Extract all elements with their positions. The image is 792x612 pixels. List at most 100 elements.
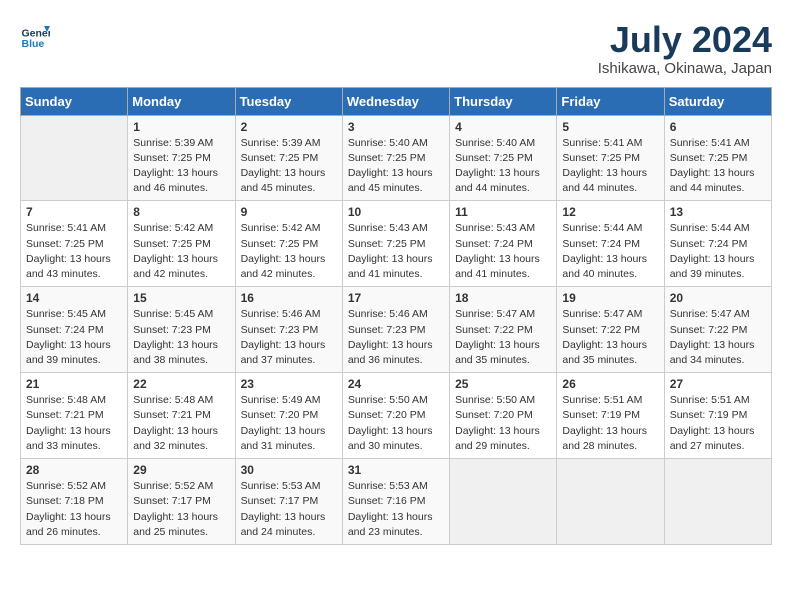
calendar-cell <box>450 459 557 545</box>
cell-info: Sunrise: 5:40 AM Sunset: 7:25 PM Dayligh… <box>455 136 551 197</box>
cell-info: Sunrise: 5:51 AM Sunset: 7:19 PM Dayligh… <box>670 393 766 454</box>
calendar-week-row: 28 Sunrise: 5:52 AM Sunset: 7:18 PM Dayli… <box>21 459 772 545</box>
calendar-cell: 10 Sunrise: 5:43 AM Sunset: 7:25 PM Dayli… <box>342 201 449 287</box>
day-number: 1 <box>133 120 229 134</box>
calendar-week-row: 7Sunrise: 5:41 AM Sunset: 7:25 PM Daylig… <box>21 201 772 287</box>
cell-info: Sunrise: 5:49 AM Sunset: 7:20 PM Dayligh… <box>241 393 337 454</box>
cell-info: Sunrise: 5:39 AM Sunset: 7:25 PM Dayligh… <box>133 136 229 197</box>
day-number: 16 <box>241 291 337 305</box>
calendar-cell: 4 Sunrise: 5:40 AM Sunset: 7:25 PM Daylig… <box>450 115 557 201</box>
calendar-cell <box>557 459 664 545</box>
day-number: 6 <box>670 120 766 134</box>
day-number: 23 <box>241 377 337 391</box>
calendar-cell: 21Sunrise: 5:48 AM Sunset: 7:21 PM Dayli… <box>21 373 128 459</box>
weekday-header: Monday <box>128 87 235 115</box>
day-number: 31 <box>348 463 444 477</box>
day-number: 30 <box>241 463 337 477</box>
day-number: 24 <box>348 377 444 391</box>
cell-info: Sunrise: 5:39 AM Sunset: 7:25 PM Dayligh… <box>241 136 337 197</box>
day-number: 18 <box>455 291 551 305</box>
calendar-cell: 28 Sunrise: 5:52 AM Sunset: 7:18 PM Dayli… <box>21 459 128 545</box>
cell-info: Sunrise: 5:47 AM Sunset: 7:22 PM Dayligh… <box>455 307 551 368</box>
calendar-week-row: 14 Sunrise: 5:45 AM Sunset: 7:24 PM Dayli… <box>21 287 772 373</box>
weekday-header: Sunday <box>21 87 128 115</box>
cell-info: Sunrise: 5:41 AM Sunset: 7:25 PM Dayligh… <box>26 221 122 282</box>
calendar-cell: 20 Sunrise: 5:47 AM Sunset: 7:22 PM Dayli… <box>664 287 771 373</box>
header-row: SundayMondayTuesdayWednesdayThursdayFrid… <box>21 87 772 115</box>
calendar-cell: 24 Sunrise: 5:50 AM Sunset: 7:20 PM Dayli… <box>342 373 449 459</box>
calendar-cell: 27Sunrise: 5:51 AM Sunset: 7:19 PM Dayli… <box>664 373 771 459</box>
calendar-cell: 26Sunrise: 5:51 AM Sunset: 7:19 PM Dayli… <box>557 373 664 459</box>
day-number: 25 <box>455 377 551 391</box>
calendar-cell: 13Sunrise: 5:44 AM Sunset: 7:24 PM Dayli… <box>664 201 771 287</box>
calendar-cell: 22 Sunrise: 5:48 AM Sunset: 7:21 PM Dayli… <box>128 373 235 459</box>
calendar-cell <box>21 115 128 201</box>
calendar-cell: 31 Sunrise: 5:53 AM Sunset: 7:16 PM Dayli… <box>342 459 449 545</box>
day-number: 12 <box>562 205 658 219</box>
day-number: 14 <box>26 291 122 305</box>
cell-info: Sunrise: 5:47 AM Sunset: 7:22 PM Dayligh… <box>562 307 658 368</box>
title-area: July 2024 Ishikawa, Okinawa, Japan <box>598 20 772 77</box>
cell-info: Sunrise: 5:48 AM Sunset: 7:21 PM Dayligh… <box>26 393 122 454</box>
day-number: 10 <box>348 205 444 219</box>
cell-info: Sunrise: 5:44 AM Sunset: 7:24 PM Dayligh… <box>562 221 658 282</box>
cell-info: Sunrise: 5:52 AM Sunset: 7:17 PM Dayligh… <box>133 479 229 540</box>
calendar-cell <box>664 459 771 545</box>
day-number: 9 <box>241 205 337 219</box>
day-number: 26 <box>562 377 658 391</box>
day-number: 5 <box>562 120 658 134</box>
day-number: 19 <box>562 291 658 305</box>
calendar-cell: 9 Sunrise: 5:42 AM Sunset: 7:25 PM Daylig… <box>235 201 342 287</box>
calendar-table: SundayMondayTuesdayWednesdayThursdayFrid… <box>20 87 772 545</box>
cell-info: Sunrise: 5:40 AM Sunset: 7:25 PM Dayligh… <box>348 136 444 197</box>
calendar-cell: 29Sunrise: 5:52 AM Sunset: 7:17 PM Dayli… <box>128 459 235 545</box>
calendar-cell: 19 Sunrise: 5:47 AM Sunset: 7:22 PM Dayli… <box>557 287 664 373</box>
month-title: July 2024 <box>598 20 772 60</box>
day-number: 17 <box>348 291 444 305</box>
cell-info: Sunrise: 5:42 AM Sunset: 7:25 PM Dayligh… <box>241 221 337 282</box>
calendar-cell: 5 Sunrise: 5:41 AM Sunset: 7:25 PM Daylig… <box>557 115 664 201</box>
logo: General Blue <box>20 20 50 50</box>
cell-info: Sunrise: 5:48 AM Sunset: 7:21 PM Dayligh… <box>133 393 229 454</box>
calendar-body: 1 Sunrise: 5:39 AM Sunset: 7:25 PM Daylig… <box>21 115 772 544</box>
calendar-cell: 17 Sunrise: 5:46 AM Sunset: 7:23 PM Dayli… <box>342 287 449 373</box>
cell-info: Sunrise: 5:43 AM Sunset: 7:25 PM Dayligh… <box>348 221 444 282</box>
calendar-cell: 1 Sunrise: 5:39 AM Sunset: 7:25 PM Daylig… <box>128 115 235 201</box>
calendar-cell: 3Sunrise: 5:40 AM Sunset: 7:25 PM Daylig… <box>342 115 449 201</box>
cell-info: Sunrise: 5:45 AM Sunset: 7:24 PM Dayligh… <box>26 307 122 368</box>
calendar-cell: 11Sunrise: 5:43 AM Sunset: 7:24 PM Dayli… <box>450 201 557 287</box>
day-number: 4 <box>455 120 551 134</box>
calendar-cell: 25Sunrise: 5:50 AM Sunset: 7:20 PM Dayli… <box>450 373 557 459</box>
calendar-cell: 14 Sunrise: 5:45 AM Sunset: 7:24 PM Dayli… <box>21 287 128 373</box>
cell-info: Sunrise: 5:45 AM Sunset: 7:23 PM Dayligh… <box>133 307 229 368</box>
day-number: 2 <box>241 120 337 134</box>
location-title: Ishikawa, Okinawa, Japan <box>598 60 772 77</box>
cell-info: Sunrise: 5:44 AM Sunset: 7:24 PM Dayligh… <box>670 221 766 282</box>
calendar-cell: 12 Sunrise: 5:44 AM Sunset: 7:24 PM Dayli… <box>557 201 664 287</box>
weekday-header: Wednesday <box>342 87 449 115</box>
page-header: General Blue July 2024 Ishikawa, Okinawa… <box>20 20 772 77</box>
cell-info: Sunrise: 5:46 AM Sunset: 7:23 PM Dayligh… <box>348 307 444 368</box>
calendar-cell: 8Sunrise: 5:42 AM Sunset: 7:25 PM Daylig… <box>128 201 235 287</box>
cell-info: Sunrise: 5:47 AM Sunset: 7:22 PM Dayligh… <box>670 307 766 368</box>
day-number: 20 <box>670 291 766 305</box>
cell-info: Sunrise: 5:41 AM Sunset: 7:25 PM Dayligh… <box>562 136 658 197</box>
day-number: 8 <box>133 205 229 219</box>
weekday-header: Friday <box>557 87 664 115</box>
calendar-cell: 18 Sunrise: 5:47 AM Sunset: 7:22 PM Dayli… <box>450 287 557 373</box>
cell-info: Sunrise: 5:53 AM Sunset: 7:17 PM Dayligh… <box>241 479 337 540</box>
day-number: 11 <box>455 205 551 219</box>
calendar-cell: 30 Sunrise: 5:53 AM Sunset: 7:17 PM Dayli… <box>235 459 342 545</box>
calendar-cell: 16Sunrise: 5:46 AM Sunset: 7:23 PM Dayli… <box>235 287 342 373</box>
cell-info: Sunrise: 5:53 AM Sunset: 7:16 PM Dayligh… <box>348 479 444 540</box>
calendar-cell: 6Sunrise: 5:41 AM Sunset: 7:25 PM Daylig… <box>664 115 771 201</box>
cell-info: Sunrise: 5:52 AM Sunset: 7:18 PM Dayligh… <box>26 479 122 540</box>
calendar-cell: 15 Sunrise: 5:45 AM Sunset: 7:23 PM Dayli… <box>128 287 235 373</box>
day-number: 28 <box>26 463 122 477</box>
day-number: 22 <box>133 377 229 391</box>
logo-icon: General Blue <box>20 20 50 50</box>
day-number: 15 <box>133 291 229 305</box>
cell-info: Sunrise: 5:50 AM Sunset: 7:20 PM Dayligh… <box>348 393 444 454</box>
svg-text:Blue: Blue <box>22 38 45 50</box>
calendar-week-row: 1 Sunrise: 5:39 AM Sunset: 7:25 PM Daylig… <box>21 115 772 201</box>
